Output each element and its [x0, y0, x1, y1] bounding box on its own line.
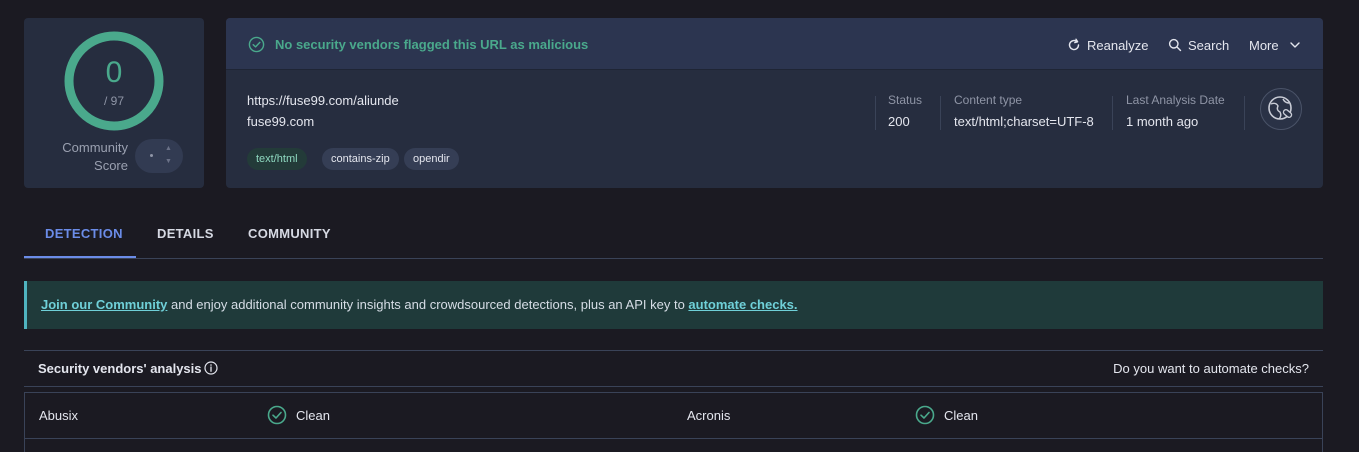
meta-divider	[1112, 96, 1113, 130]
table-row	[24, 438, 1323, 452]
check-circle-icon	[248, 36, 265, 53]
url-globe-button[interactable]	[1260, 88, 1302, 130]
community-score-label: Community Score	[44, 139, 128, 175]
content-type-value: text/html;charset=UTF-8	[954, 114, 1094, 129]
search-icon	[1168, 38, 1182, 52]
tab-detection[interactable]: DETECTION	[45, 226, 123, 241]
reanalyze-label: Reanalyze	[1087, 37, 1149, 53]
target-domain[interactable]: fuse99.com	[247, 114, 314, 129]
target-url[interactable]: https://fuse99.com/aliunde	[247, 93, 399, 108]
chevron-down-icon	[1289, 42, 1300, 48]
vendors-analysis-title: Security vendors' analysis	[38, 361, 202, 376]
tag-contains-zip[interactable]: contains-zip	[322, 148, 399, 170]
community-banner-middle: and enjoy additional community insights …	[167, 297, 689, 312]
community-vote-widget[interactable]: ▲ ▼	[135, 139, 183, 173]
reanalyze-button[interactable]: Reanalyze	[1067, 36, 1148, 54]
join-community-banner: Join our Community and enjoy additional …	[24, 281, 1323, 329]
detection-count: 0	[105, 56, 123, 89]
tab-community[interactable]: COMMUNITY	[248, 226, 331, 241]
status-value: 200	[888, 114, 910, 129]
vendor-result: Clean	[296, 408, 330, 423]
table-row: Abusix Clean Acronis Clean	[24, 392, 1323, 439]
vendor-name: Acronis	[687, 408, 731, 423]
check-circle-icon	[915, 405, 935, 425]
info-icon[interactable]	[204, 361, 218, 375]
meta-divider	[940, 96, 941, 130]
vote-up-icon[interactable]: ▲	[165, 145, 172, 152]
community-score-label-text: Community Score	[62, 140, 128, 173]
automate-checks-link[interactable]: automate checks.	[688, 297, 797, 312]
tabs-divider	[24, 258, 1323, 259]
last-analysis-value: 1 month ago	[1126, 114, 1199, 129]
content-type-label: Content type	[954, 93, 1023, 107]
check-circle-icon	[267, 405, 287, 425]
last-analysis-label: Last Analysis Date	[1126, 93, 1225, 107]
status-label: Status	[888, 93, 923, 107]
automate-checks-prompt[interactable]: Do you want to automate checks?	[1113, 361, 1309, 376]
community-score-card: 0 / 97 Community Score ▲ ▼	[24, 18, 204, 188]
tag-opendir[interactable]: opendir	[404, 148, 459, 170]
url-info-card: No security vendors flagged this URL as …	[226, 18, 1323, 188]
verdict-banner: No security vendors flagged this URL as …	[226, 18, 1323, 70]
search-label: Search	[1188, 37, 1230, 53]
vendor-result: Clean	[944, 408, 978, 423]
vote-down-icon[interactable]: ▼	[165, 158, 172, 165]
globe-link-icon	[1268, 96, 1293, 120]
search-button[interactable]: Search	[1168, 36, 1229, 54]
refresh-icon	[1068, 38, 1080, 51]
vendors-analysis-header: Security vendors' analysis Do you want t…	[24, 350, 1323, 387]
meta-divider	[1244, 96, 1245, 130]
join-community-link[interactable]: Join our Community	[41, 297, 167, 312]
vendor-name: Abusix	[39, 408, 79, 423]
community-banner-text: Join our Community and enjoy additional …	[41, 297, 798, 312]
detection-total: / 97	[103, 94, 124, 108]
verdict-message: No security vendors flagged this URL as …	[275, 37, 589, 52]
more-menu-button[interactable]: More	[1249, 36, 1302, 54]
tab-details[interactable]: DETAILS	[157, 226, 214, 241]
tag-text-html[interactable]: text/html	[247, 148, 307, 170]
meta-divider	[875, 96, 876, 130]
vote-score-dot	[150, 154, 153, 157]
more-label: More	[1249, 37, 1279, 53]
